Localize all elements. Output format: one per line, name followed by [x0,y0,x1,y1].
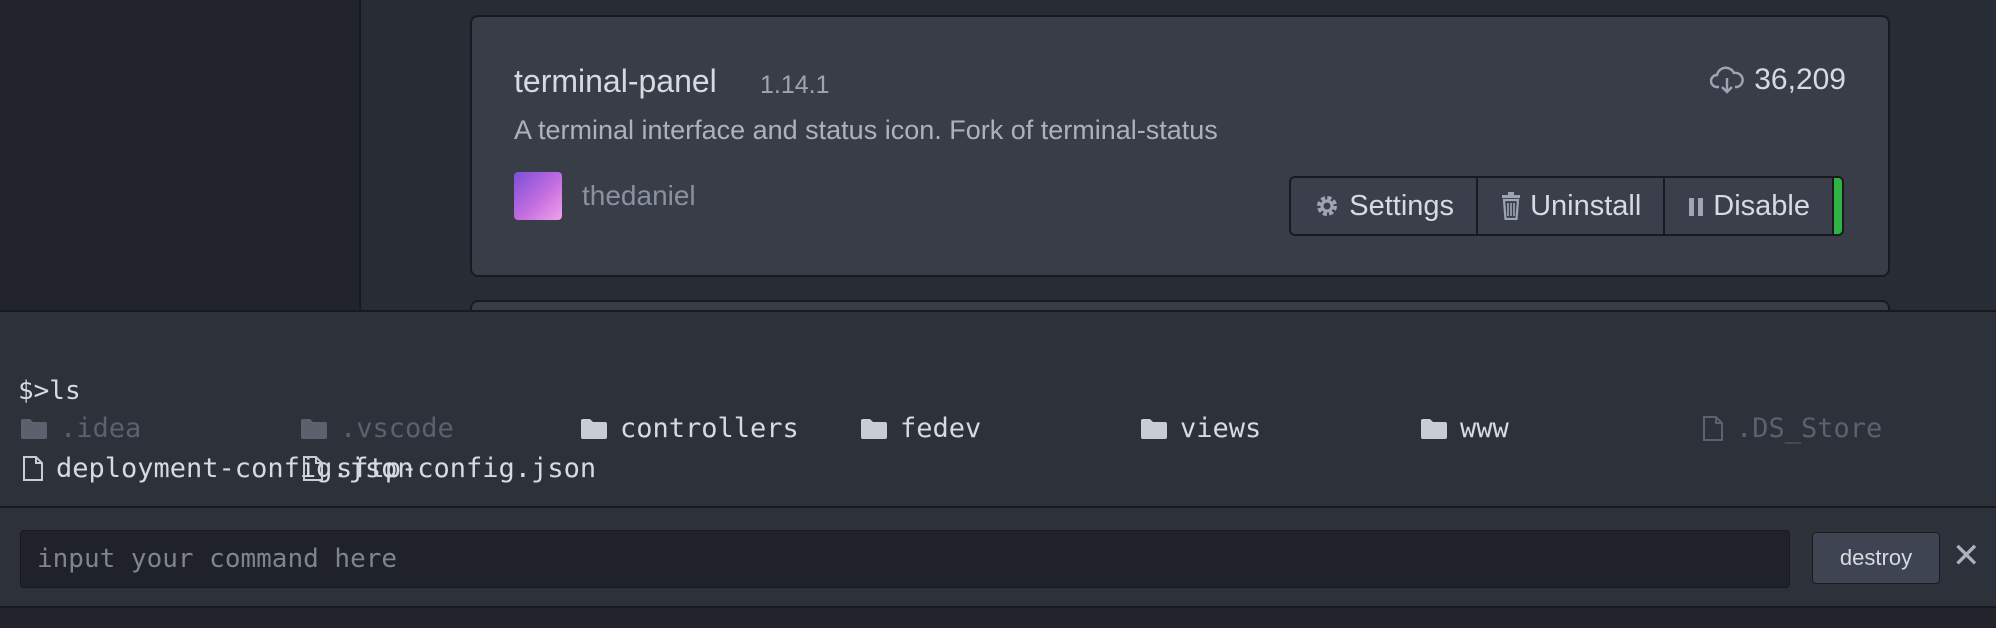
file-entry[interactable]: fedev [860,413,981,444]
uninstall-label: Uninstall [1530,189,1642,222]
settings-label: Settings [1349,189,1455,222]
close-icon[interactable]: ✕ [1952,536,1981,576]
file-icon [303,455,323,481]
trash-icon [1502,192,1521,220]
download-count-value: 36,209 [1754,63,1846,96]
destroy-button[interactable]: destroy [1812,532,1940,584]
file-entry[interactable]: .vscode [300,413,454,444]
file-entry[interactable]: .idea [20,413,141,444]
settings-sidebar [0,0,361,310]
cloud-download-icon [1710,66,1745,94]
package-name[interactable]: terminal-panel [514,63,717,100]
folder-icon [1421,418,1447,439]
file-entry[interactable]: sftp-config.json [302,453,596,484]
terminal-prompt: $>ls [18,376,81,406]
command-input[interactable] [20,530,1790,588]
file-entry[interactable]: views [1140,413,1261,444]
file-entry[interactable]: controllers [580,413,799,444]
package-description: A terminal interface and status icon. Fo… [514,115,1218,145]
pause-icon [1689,198,1704,216]
package-version: 1.14.1 [760,71,830,99]
status-bar [0,606,1996,628]
enabled-status-indicator [1834,178,1842,234]
folder-icon [1141,418,1167,439]
file-entry[interactable]: www [1420,413,1509,444]
disable-button[interactable]: Disable [1665,178,1834,234]
folder-icon [21,418,47,439]
folder-icon [581,418,607,439]
file-entry[interactable]: .DS_Store [1702,413,1882,444]
folder-icon [861,418,887,439]
disable-label: Disable [1713,189,1810,222]
author-link[interactable]: thedaniel [582,180,696,212]
file-icon [23,455,43,481]
folder-icon [301,418,327,439]
settings-button[interactable]: Settings [1291,178,1479,234]
package-card[interactable]: terminal-panel 1.14.1 36,209 A terminal … [470,15,1890,277]
terminal-output: $>ls .idea .vscode controllers fedev vie… [0,310,1996,506]
command-bar: destroy ✕ [0,506,1996,606]
gear-icon [1317,196,1338,216]
avatar[interactable] [514,172,562,220]
download-count: 36,209 [1710,63,1846,97]
uninstall-button[interactable]: Uninstall [1478,178,1666,234]
file-icon [1703,415,1723,441]
package-actions: Settings Uninstall Disable [1289,176,1844,236]
